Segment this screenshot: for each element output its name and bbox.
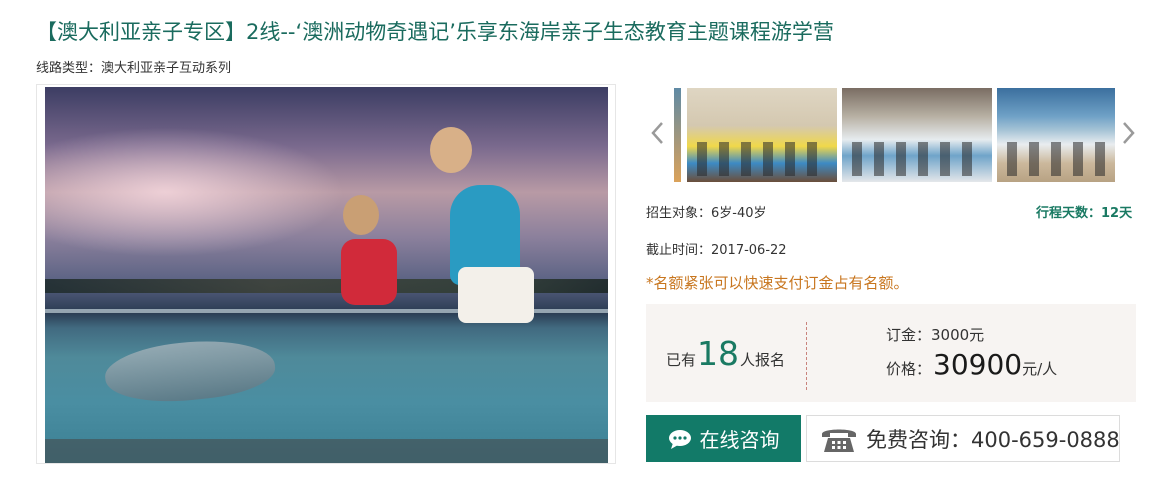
thumbnail-people: [1007, 142, 1115, 176]
trip-days: 行程天数：12天: [1036, 206, 1133, 221]
thumbnail-classroom[interactable]: [687, 88, 837, 182]
signup-count: 已有18人报名: [666, 334, 785, 373]
deadline: 截止时间：2017-06-22: [646, 243, 787, 258]
phone-consult-button[interactable]: 免费咨询：400-659-0888: [806, 415, 1120, 462]
price-number: 30900: [933, 348, 1023, 381]
price-unit: 元/人: [1022, 360, 1058, 378]
chat-bubble-icon: [668, 429, 692, 449]
thumbnail-beach[interactable]: [997, 88, 1115, 182]
online-consult-button[interactable]: 在线咨询: [646, 415, 801, 462]
chevron-left-icon[interactable]: [648, 118, 668, 148]
page-title: 【澳大利亚亲子专区】2线--‘澳洲动物奇遇记’乐享东海岸亲子生态教育主题课程游学…: [36, 20, 834, 44]
sky-glow: [45, 127, 345, 257]
dolphin-figure: [102, 333, 278, 409]
girl-body: [341, 239, 397, 305]
woman-head: [430, 127, 472, 173]
girl-head: [343, 195, 379, 235]
price-panel: 已有18人报名 订金：3000元 价格：30900元/人: [646, 304, 1136, 402]
signup-number: 18: [697, 334, 740, 373]
price-divider: [806, 322, 807, 390]
thumbnail-students[interactable]: [842, 88, 992, 182]
thumbnail-partial[interactable]: [674, 88, 681, 182]
phone-consult-label: 免费咨询：400-659-0888: [866, 427, 1120, 452]
thumbnail-gallery: [648, 88, 1140, 182]
girl-figure: [333, 195, 413, 315]
price-label: 价格：: [886, 360, 932, 378]
target-age: 招生对象：6岁-40岁: [646, 206, 767, 221]
thumbnail-strip: [674, 88, 1115, 182]
woman-skirt: [458, 267, 534, 323]
telephone-icon: [819, 424, 859, 454]
main-photo-frame: [36, 84, 616, 464]
deposit-notice: *名额紧张可以快速支付订金占有名额。: [646, 274, 909, 292]
thumbnail-people: [852, 142, 982, 176]
thumbnail-people: [697, 142, 827, 176]
deposit-amount: 订金：3000元: [886, 326, 985, 344]
main-photo: [45, 87, 608, 463]
signup-suffix: 人报名: [740, 351, 786, 369]
signup-prefix: 已有: [666, 351, 697, 369]
chevron-right-icon[interactable]: [1118, 118, 1138, 148]
photo-caption-bar: [45, 439, 608, 463]
route-type-label: 线路类型：澳大利亚亲子互动系列: [36, 61, 232, 76]
woman-figure: [420, 127, 534, 327]
online-consult-label: 在线咨询: [699, 428, 780, 452]
price-amount: 价格：30900元/人: [886, 348, 1057, 381]
